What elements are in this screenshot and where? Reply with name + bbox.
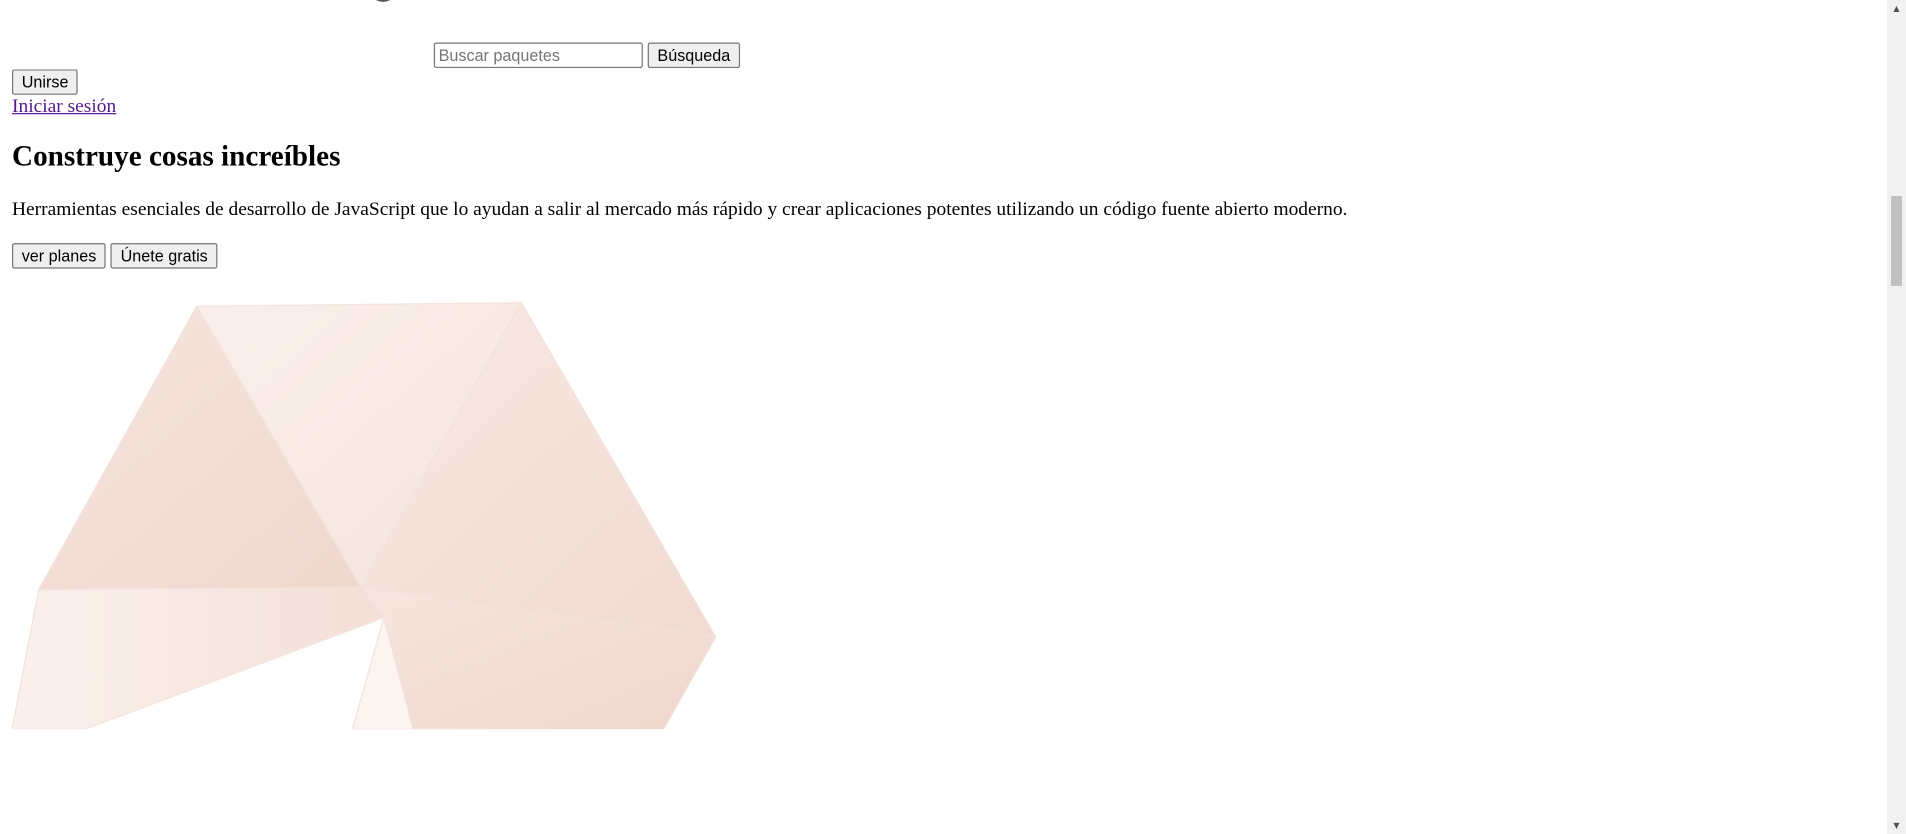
scrollbar-thumb[interactable] <box>1891 196 1902 286</box>
hero-description: Herramientas esenciales de desarrollo de… <box>12 199 1348 221</box>
view-plans-button[interactable]: ver planes <box>12 243 107 269</box>
hexagon-illustration <box>12 301 717 730</box>
login-link[interactable]: Iniciar sesión <box>12 96 116 118</box>
logo-icon <box>375 0 390 2</box>
hexagon-facet <box>12 586 385 730</box>
chevron-down-icon[interactable]: ▼ <box>1887 817 1906 834</box>
vertical-scrollbar[interactable]: ▲ ▼ <box>1887 0 1906 834</box>
search-button[interactable]: Búsqueda <box>647 42 740 69</box>
join-container: Unirse <box>12 69 79 95</box>
join-free-button[interactable]: Únete gratis <box>110 243 218 269</box>
hero-title: Construye cosas increíbles <box>12 140 341 173</box>
page-viewport: Búsqueda Unirse Iniciar sesión Construye… <box>0 0 1887 834</box>
join-button[interactable]: Unirse <box>12 69 79 95</box>
hero-cta-buttons: ver planes Únete gratis <box>12 243 218 269</box>
search-input[interactable] <box>433 42 643 69</box>
chevron-up-icon[interactable]: ▲ <box>1887 0 1906 17</box>
search-form: Búsqueda <box>433 42 740 69</box>
